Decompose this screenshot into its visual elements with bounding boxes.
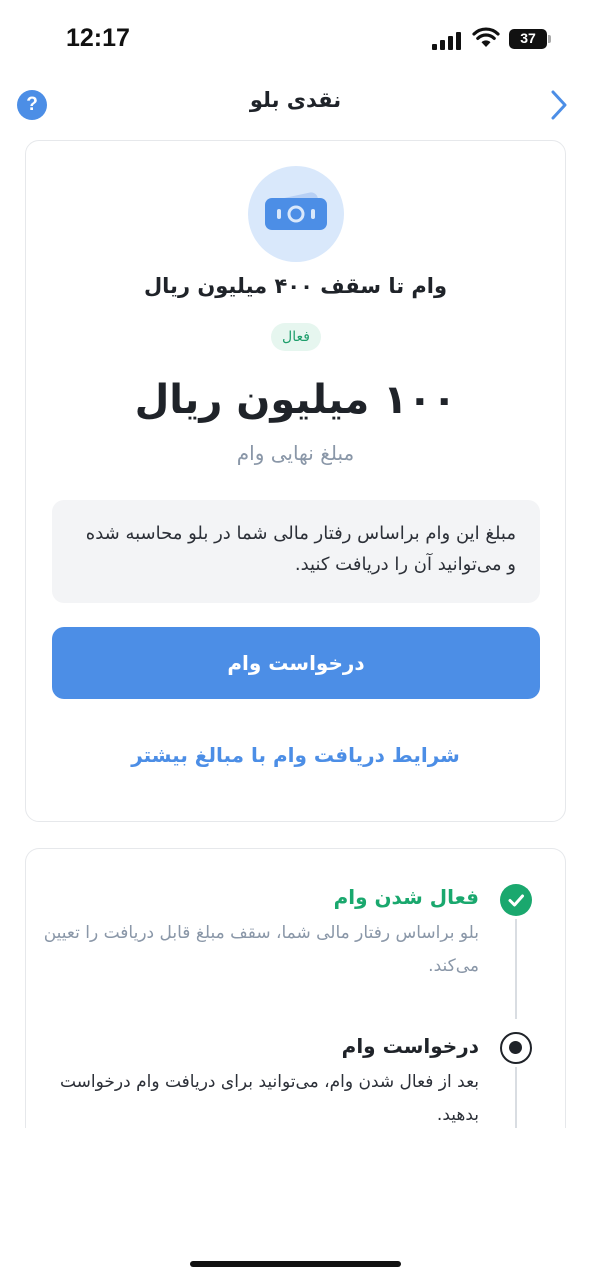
amount-caption: مبلغ نهایی وام [236, 441, 355, 465]
step-title: فعال شدن وام [333, 885, 479, 909]
banknote-icon [248, 166, 344, 262]
step-description: بلو براساس رفتار مالی شما، سقف مبلغ قابل… [43, 923, 479, 976]
loan-card: وام تا سقف ۴۰۰ میلیون ریال فعال ۱۰۰ میلی… [25, 140, 566, 822]
battery-tip [548, 35, 551, 43]
step-connector [515, 919, 517, 1019]
step-description: بعد از فعال شدن وام، می‌توانید برای دریا… [59, 1072, 479, 1125]
step-title: درخواست وام [341, 1034, 479, 1058]
chevron-right-icon[interactable] [547, 88, 571, 122]
status-bar: 12:17 37 [0, 0, 591, 80]
battery-icon: 37 [509, 29, 547, 49]
steps-card: فعال شدن وام بلو براساس رفتار مالی شما، … [25, 848, 566, 1157]
current-step-icon [500, 1032, 532, 1064]
status-time: 12:17 [66, 24, 130, 52]
info-box: مبلغ این وام براساس رفتار مالی شما در بل… [52, 500, 540, 603]
loan-title: وام تا سقف ۴۰۰ میلیون ریال [143, 274, 448, 298]
help-icon[interactable]: ? [17, 90, 47, 120]
request-loan-button[interactable]: درخواست وام [52, 627, 540, 699]
more-conditions-link[interactable]: شرایط دریافت وام با مبالغ بیشتر [26, 743, 565, 767]
status-badge: فعال [271, 323, 321, 351]
loan-amount: ۱۰۰ میلیون ریال [134, 377, 457, 423]
wifi-icon [472, 27, 500, 47]
home-indicator[interactable] [190, 1261, 401, 1267]
scroll-mask [0, 1128, 591, 1280]
cellular-signal-icon [432, 30, 464, 50]
battery-level: 37 [520, 30, 536, 46]
check-icon [500, 884, 532, 916]
page-title: نقدی بلو [249, 88, 342, 112]
